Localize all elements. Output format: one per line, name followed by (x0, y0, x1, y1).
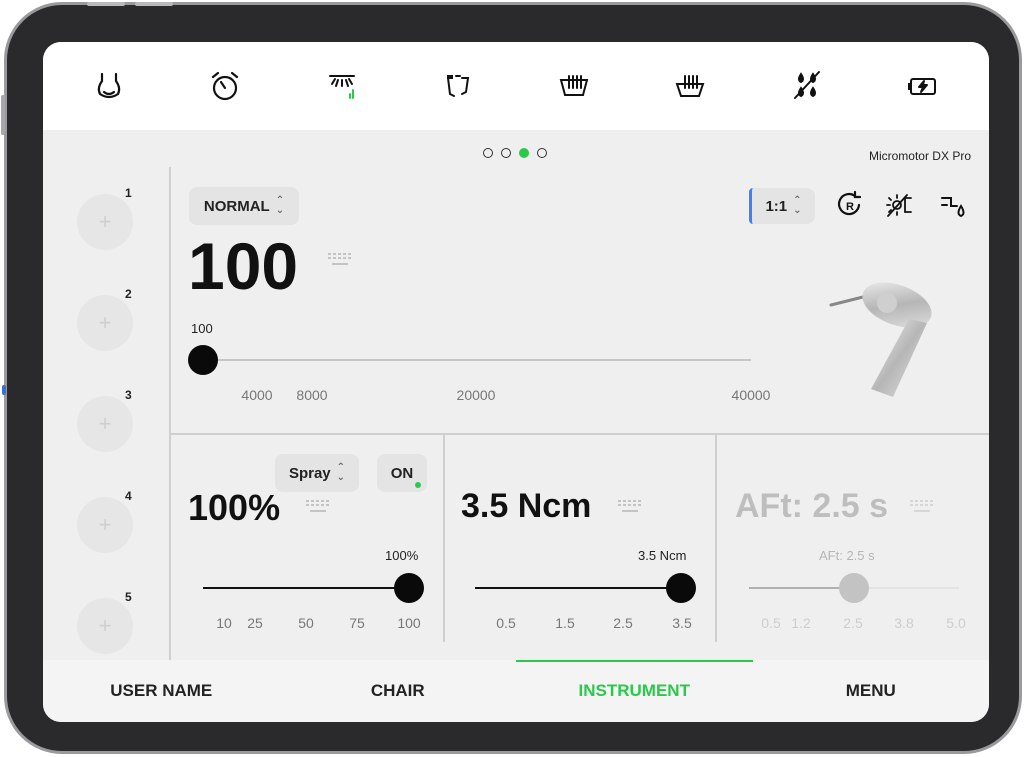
chevron-updown-icon: ⌃ ⌄ (336, 462, 346, 483)
bottom-nav: USER NAME CHAIR INSTRUMENT MENU (43, 660, 989, 722)
top-icon-bar (43, 42, 989, 130)
nav-tab-chair[interactable]: CHAIR (280, 660, 517, 722)
speed-tick-label: 8000 (296, 387, 328, 403)
spray-slider-label: 100% (385, 548, 419, 563)
torque-slider-knob[interactable] (666, 573, 696, 603)
speed-slider-label: 100 (191, 321, 213, 336)
light-off-icon[interactable] (885, 190, 915, 220)
hardware-button (1, 95, 5, 135)
speed-tick-label: 20000 (456, 387, 496, 403)
device-name: Micromotor DX Pro (868, 149, 971, 163)
torque-slider-fill (475, 587, 681, 589)
speed-mode-label: NORMAL (203, 197, 270, 215)
preset-column: +1 +2 +3 +4 +5 (43, 170, 169, 660)
camera-indicator (2, 385, 6, 395)
spray-tick-label: 100 (397, 615, 421, 631)
keyboard-icon[interactable] (617, 499, 643, 515)
nav-tab-instrument[interactable]: INSTRUMENT (516, 660, 753, 722)
page-dot[interactable] (483, 148, 493, 158)
battery-icon[interactable] (901, 64, 945, 108)
ratio-label: 1:1 (765, 197, 788, 215)
speed-mode-select[interactable]: NORMAL ⌃ ⌄ (189, 187, 299, 225)
svg-text:R: R (846, 201, 854, 213)
chevron-updown-icon: ⌃ ⌄ (793, 195, 802, 216)
torque-tick-label: 2.5 (613, 615, 633, 631)
preset-number: 3 (125, 388, 132, 402)
aft-slider-knob (839, 573, 869, 603)
aft-tick-label: 3.8 (894, 615, 914, 631)
page-dot[interactable] (519, 148, 529, 158)
keyboard-icon[interactable] (305, 499, 331, 515)
page-dot[interactable] (537, 148, 547, 158)
preset-add-button[interactable]: + (77, 396, 133, 452)
preset-add-button[interactable]: + (77, 497, 133, 553)
keyboard-icon[interactable] (327, 252, 353, 268)
torque-tick-label: 1.5 (555, 615, 575, 631)
preset-number: 4 (125, 489, 132, 503)
timer-icon[interactable] (203, 64, 247, 108)
page-indicator[interactable] (483, 148, 547, 158)
warm-basin-icon[interactable] (552, 64, 596, 108)
divider (169, 167, 171, 660)
water-icon[interactable] (939, 190, 969, 220)
divider (443, 435, 445, 642)
spray-tick-label: 25 (247, 615, 263, 631)
speed-value: 100 (188, 229, 299, 303)
speed-tick-label: 40000 (731, 387, 771, 403)
preset-number: 1 (125, 186, 132, 200)
keyboard-icon (910, 500, 933, 512)
preset-add-button[interactable]: + (77, 295, 133, 351)
ratio-select[interactable]: 1:1 ⌃ ⌄ (749, 188, 815, 224)
basin-icon[interactable] (668, 64, 712, 108)
torque-tick-label: 3.5 (672, 615, 692, 631)
preset-number: 2 (125, 287, 132, 301)
aft-tick-label: 2.5 (843, 615, 863, 631)
preset-add-button[interactable]: + (77, 598, 133, 654)
spray-slider-fill (203, 587, 409, 589)
speed-tick-label: 4000 (241, 387, 273, 403)
preset-add-button[interactable]: + (77, 194, 133, 250)
handpiece-image (829, 282, 932, 397)
speed-slider-track[interactable] (203, 359, 751, 361)
nav-tab-user-name[interactable]: USER NAME (43, 660, 280, 722)
aft-tick-label: 0.5 (761, 615, 781, 631)
spray-tick-label: 50 (298, 615, 314, 631)
spray-toggle-label: ON (390, 464, 414, 482)
reverse-rotation-icon[interactable]: R (835, 190, 865, 220)
torque-value: 3.5 Ncm (461, 487, 592, 525)
spray-value: 100% (188, 487, 281, 528)
chevron-updown-icon: ⌃ ⌄ (275, 195, 285, 216)
screen: Micromotor DX Pro +1 +2 +3 +4 +5 NORMAL ⌃ ⌄ 1… (43, 42, 989, 722)
spray-tick-label: 10 (216, 615, 232, 631)
speed-slider-knob[interactable] (188, 345, 218, 375)
hardware-button (135, 2, 173, 6)
aft-value: AFt: 2.5 s (735, 487, 889, 525)
nav-tab-menu[interactable]: MENU (753, 660, 990, 722)
aft-tick-label: 5.0 (946, 615, 966, 631)
aft-tick-label: 1.2 (791, 615, 811, 631)
tablet-frame: Micromotor DX Pro +1 +2 +3 +4 +5 NORMAL ⌃ ⌄ 1… (1, 2, 1022, 754)
status-dot (415, 482, 421, 488)
frame-icon[interactable] (436, 64, 480, 108)
spray-mode-select[interactable]: Spray ⌃ ⌄ (275, 454, 359, 492)
torque-slider-label: 3.5 Ncm (638, 548, 687, 563)
torque-tick-label: 0.5 (496, 615, 516, 631)
page-dot[interactable] (501, 148, 511, 158)
spray-tick-label: 75 (349, 615, 365, 631)
hardware-button (87, 2, 125, 6)
aft-slider-label: AFt: 2.5 s (819, 548, 875, 563)
divider (715, 435, 717, 642)
divider (169, 433, 989, 435)
preset-number: 5 (125, 590, 132, 604)
no-water-icon[interactable] (785, 64, 829, 108)
light-icon[interactable] (87, 64, 131, 108)
spray-mode-label: Spray (288, 464, 331, 482)
lamp-icon[interactable] (320, 64, 364, 108)
spray-slider-knob[interactable] (394, 573, 424, 603)
